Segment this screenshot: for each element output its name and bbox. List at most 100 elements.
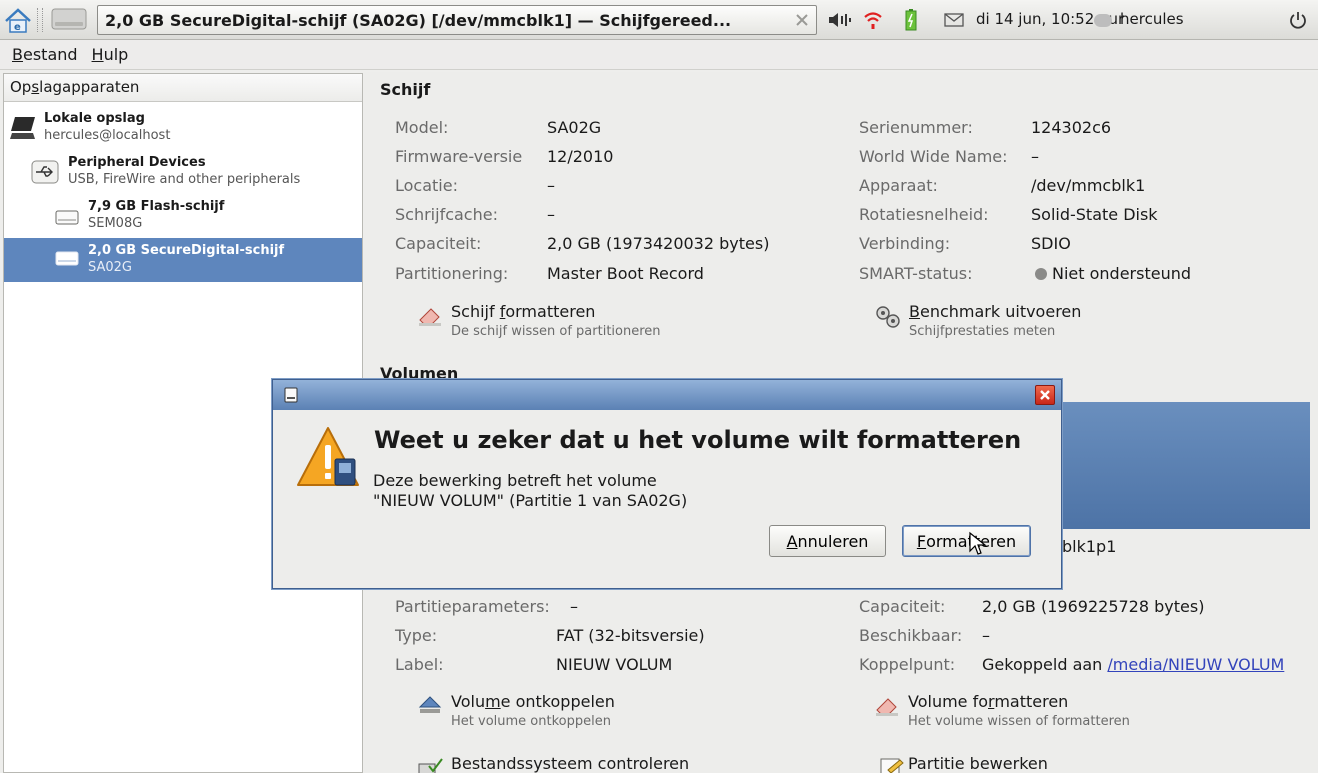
format-disk-subtitle: De schijf wissen of partitioneren [451,324,661,339]
disk-section-heading: Schijf [380,80,431,99]
benchmark-title: Benchmark uitvoeren [909,302,1082,321]
unmount-volume-action[interactable]: Volume ontkoppelen Het volume ontkoppele… [417,692,717,732]
drive-icon [283,387,299,403]
smart-status-icon [1035,268,1047,280]
smart-value: Niet ondersteund [1052,264,1192,283]
smart-label: SMART-status: [859,264,973,283]
volume-label-value: NIEUW VOLUM [556,655,673,674]
volume-icon[interactable] [827,10,853,30]
format-volume-title: Volume formatteren [908,692,1069,711]
partitioning-label: Partitionering: [395,264,509,283]
drive-icon[interactable] [49,6,89,34]
write-cache-label: Schrijfcache: [395,205,498,224]
format-volume-action[interactable]: Volume formatteren Het volume wissen of … [874,692,1194,732]
dialog-titlebar[interactable] [273,380,1061,410]
sidebar-item-flash-drive[interactable]: 7,9 GB Flash-schijf SEM08G [4,197,362,241]
mouse-cursor-icon [968,531,988,557]
edit-partition-action[interactable]: Partitie bewerken [880,754,1180,773]
capacity-value: 2,0 GB (1973420032 bytes) [547,234,770,253]
location-label: Locatie: [395,176,458,195]
computer-icon [9,115,39,145]
device-label: Apparaat: [859,176,938,195]
svg-text:e: e [14,22,21,33]
volume-map-graphic[interactable] [1040,402,1310,529]
format-volume-subtitle: Het volume wissen of formatteren [908,714,1130,729]
benchmark-subtitle: Schijfprestaties meten [909,324,1056,339]
power-icon[interactable] [1288,10,1308,30]
taskbar-window-button[interactable]: 2,0 GB SecureDigital-schijf (SA02G) [/de… [97,5,817,35]
mail-icon[interactable] [944,12,964,28]
volume-capacity-value: 2,0 GB (1969225728 bytes) [982,597,1205,616]
wwn-label: World Wide Name: [859,147,1008,166]
unmount-volume-title: Volume ontkoppelen [451,692,615,711]
menu-bestand[interactable]: Bestand [12,45,78,64]
mount-point-value: Gekoppeld aan /media/NIEUW VOLUM [982,655,1285,674]
sidebar-item-subtitle: hercules@localhost [44,128,171,143]
format-disk-title: Schijf formatteren [451,302,596,321]
check-filesystem-action[interactable]: Bestandssysteem controleren [417,754,737,773]
check-filesystem-title: Bestandssysteem controleren [451,754,690,773]
format-confirm-dialog: Weet u zeker dat u het volume wilt forma… [272,379,1062,589]
cancel-button[interactable]: Annuleren [769,525,886,557]
panel-separator [37,8,43,32]
edit-partition-title: Partitie bewerken [908,754,1048,773]
menu-bar: Bestand Hulp [0,40,1318,70]
dialog-body-line-1: Deze bewerking betreft het volume [373,471,657,490]
home-launcher-icon[interactable]: e [3,5,33,35]
connection-value: SDIO [1031,234,1071,253]
fs-type-label: Type: [395,626,438,645]
wwn-value: – [1031,147,1039,166]
fs-type-value: FAT (32-bitsversie) [556,626,705,645]
close-icon[interactable] [794,12,810,28]
sidebar-header[interactable]: Opslagapparaten [4,74,362,102]
location-value: – [547,176,555,195]
serial-value: 124302c6 [1031,118,1112,137]
user-name[interactable]: hercules [1120,10,1184,28]
benchmark-action[interactable]: Benchmark uitvoeren Schijfprestaties met… [874,302,1174,342]
mount-point-link[interactable]: /media/NIEUW VOLUM [1107,655,1284,674]
dialog-body-line-2: "NIEUW VOLUM" (Partitie 1 van SA02G) [373,491,688,510]
dialog-close-button[interactable] [1035,385,1055,405]
sidebar-item-peripheral-devices[interactable]: Peripheral Devices USB, FireWire and oth… [4,153,362,197]
available-label: Beschikbaar: [859,626,963,645]
sidebar-item-subtitle: SA02G [88,260,133,275]
model-label: Model: [395,118,449,137]
check-icon [417,756,443,773]
sidebar-item-subtitle: SEM08G [88,216,143,231]
volume-device-partial: blk1p1 [1062,537,1117,556]
taskbar-window-title: 2,0 GB SecureDigital-schijf (SA02G) [/de… [105,10,732,30]
format-eraser-icon [417,304,443,332]
serial-label: Serienummer: [859,118,973,137]
gears-icon [874,304,902,334]
write-cache-value: – [547,205,555,224]
sidebar-item-sd-card[interactable]: 2,0 GB SecureDigital-schijf SA02G [4,238,362,282]
partitioning-value: Master Boot Record [547,264,704,283]
format-button[interactable]: Formatteren [902,525,1031,557]
eject-icon [417,694,443,720]
capacity-label: Capaciteit: [395,234,482,253]
volume-label-label: Label: [395,655,444,674]
format-eraser-icon [874,694,900,722]
drive-icon [55,207,79,231]
firmware-value: 12/2010 [547,147,614,166]
menu-hulp[interactable]: Hulp [92,45,129,64]
mount-point-label: Koppelpunt: [859,655,956,674]
dialog-heading: Weet u zeker dat u het volume wilt forma… [374,426,1022,454]
warning-icon [295,425,361,491]
battery-icon[interactable] [905,9,917,31]
sidebar-item-subtitle: USB, FireWire and other peripherals [68,172,301,187]
sidebar-item-local-storage[interactable]: Lokale opslag hercules@localhost [4,109,362,153]
model-value: SA02G [547,118,602,137]
usb-icon [31,159,59,189]
partition-params-value: – [570,597,578,616]
drive-icon [55,248,79,272]
format-disk-action[interactable]: Schijf formatteren De schijf wissen of p… [417,302,717,342]
user-status-icon [1094,14,1112,27]
top-panel: e 2,0 GB SecureDigital-schijf (SA02G) [/… [0,0,1318,40]
wifi-icon[interactable] [862,9,884,31]
sidebar-item-title: 2,0 GB SecureDigital-schijf [88,243,285,258]
rotation-label: Rotatiesnelheid: [859,205,989,224]
device-value: /dev/mmcblk1 [1031,176,1146,195]
volume-capacity-label: Capaciteit: [859,597,946,616]
rotation-value: Solid-State Disk [1031,205,1158,224]
